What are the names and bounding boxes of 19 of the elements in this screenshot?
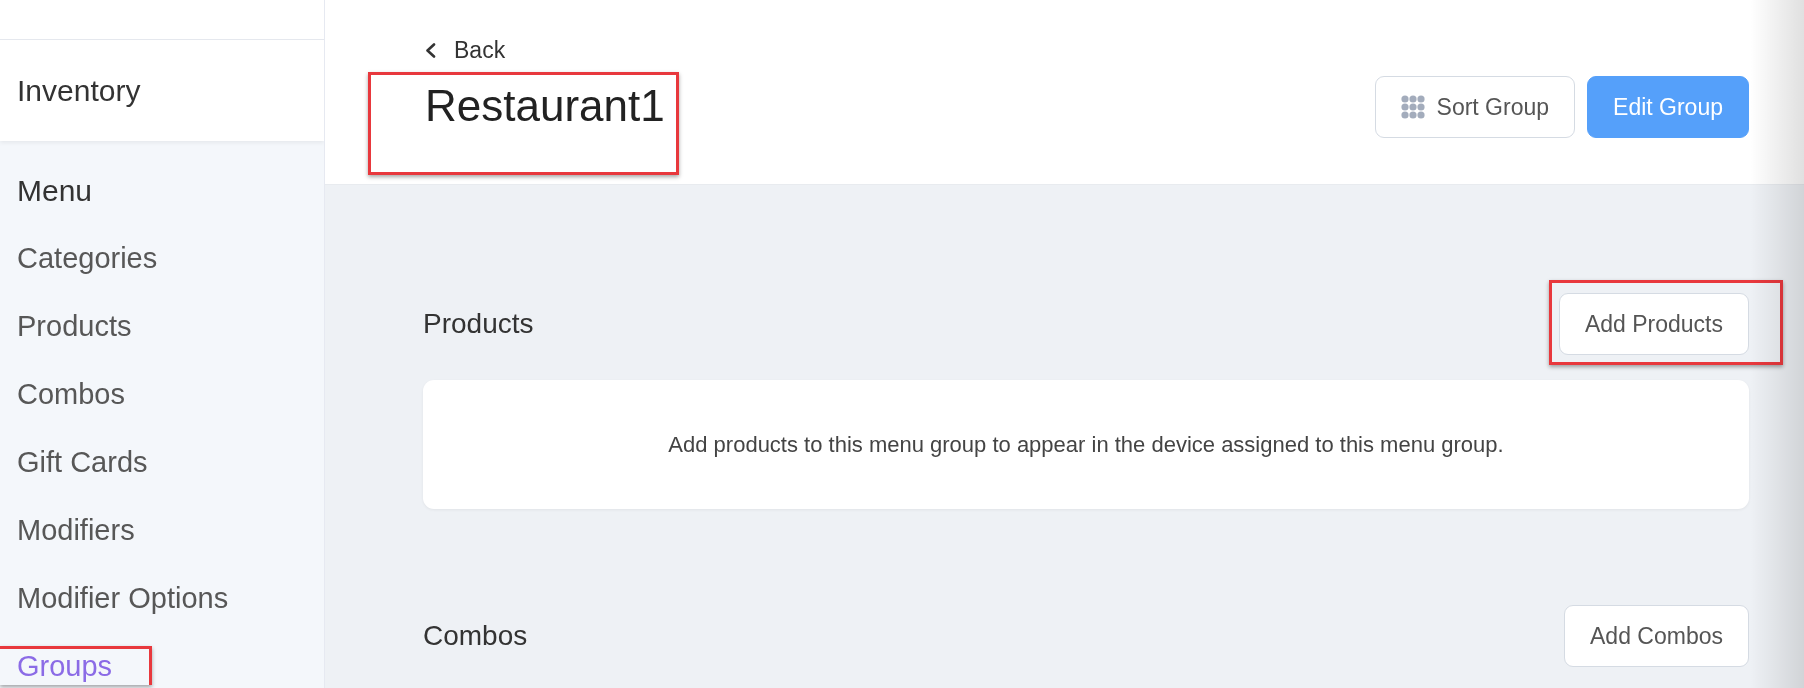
sidebar-nav-item[interactable]: Modifiers	[17, 513, 135, 548]
menu-section-title[interactable]: Menu	[17, 173, 93, 208]
sidebar-nav-item[interactable]: Categories	[17, 241, 158, 276]
page-title: Restaurant1	[425, 80, 665, 132]
inventory-link[interactable]: Inventory	[17, 73, 141, 108]
back-link[interactable]: Back	[425, 36, 506, 64]
empty-message: Add products to this menu group to appear in the device assigned to this menu group.	[668, 430, 1504, 459]
sidebar-nav-item[interactable]: Products	[17, 309, 132, 344]
chevron-left-icon	[425, 42, 436, 58]
section-title: Products	[423, 307, 534, 341]
sort-group-button[interactable]: Sort Group	[1374, 76, 1576, 138]
sidebar-nav-item[interactable]: Groups	[17, 649, 113, 684]
grid-icon	[1400, 95, 1425, 119]
add-button[interactable]: Add Products	[1558, 293, 1749, 355]
section-title: Combos	[423, 619, 528, 653]
sidebar-nav-item[interactable]: Gift Cards	[17, 445, 148, 480]
add-button[interactable]: Add Combos	[1564, 605, 1749, 667]
sidebar-nav-item[interactable]: Combos	[17, 377, 125, 412]
sidebar-nav-item[interactable]: Modifier Options	[17, 581, 229, 616]
